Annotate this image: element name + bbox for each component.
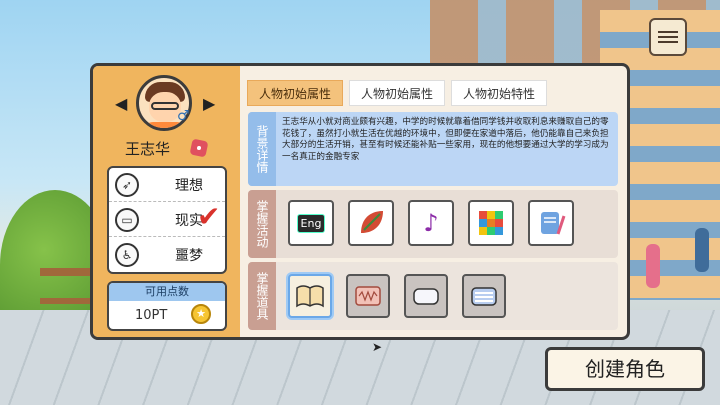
create-character-button[interactable]: 创建角色 bbox=[545, 347, 705, 391]
background-bench bbox=[40, 268, 90, 304]
notepad-icon[interactable] bbox=[649, 18, 687, 56]
mastered-items-section: 掌握道具 bbox=[248, 262, 618, 330]
attribute-tabs: 人物初始属性 人物初始属性 人物初始特性 bbox=[247, 80, 547, 106]
mouse-cursor-icon: ➤ bbox=[372, 340, 383, 354]
next-character-arrow-icon[interactable]: ▶ bbox=[203, 94, 215, 113]
points-header: 可用点数 bbox=[109, 283, 225, 301]
item-book[interactable] bbox=[288, 274, 332, 318]
activity-scroll[interactable] bbox=[528, 200, 574, 246]
item-fabric[interactable] bbox=[346, 274, 390, 318]
dice-icon[interactable] bbox=[189, 138, 209, 158]
rocket-icon: ➶ bbox=[115, 172, 139, 197]
mastered-activities-section: 掌握活动 Eng ♪ bbox=[248, 190, 618, 258]
available-points: 可用点数 10PT ★ bbox=[107, 281, 227, 331]
item-pillow[interactable] bbox=[404, 274, 448, 318]
wheelchair-icon: ♿ bbox=[115, 243, 139, 267]
music-note-icon: ♪ bbox=[423, 209, 439, 237]
striped-mat-icon bbox=[471, 287, 497, 306]
points-value: 10PT bbox=[135, 308, 168, 323]
character-sidebar: ◀ ♂ ▶ 王志华 ➶ 理想 ▭ 现实 ♿ 噩梦 ✔ 可用点数 10PT ★ bbox=[93, 66, 240, 337]
trait-label: 噩梦 bbox=[175, 248, 203, 264]
trait-label: 理想 bbox=[175, 177, 203, 194]
character-name: 王志华 bbox=[125, 140, 171, 158]
background-person bbox=[646, 244, 660, 288]
background-person bbox=[695, 228, 709, 272]
trait-list: ➶ 理想 ▭ 现实 ♿ 噩梦 ✔ bbox=[107, 166, 227, 274]
rubiks-cube-icon bbox=[479, 211, 503, 235]
pillow-icon bbox=[413, 288, 439, 305]
tab-initial-traits[interactable]: 人物初始特性 bbox=[451, 80, 547, 106]
leaf-icon bbox=[361, 211, 383, 233]
background-details-section: 背景详情 王志华从小就对商业颇有兴趣，中学的时候就靠着借同学钱并收取利息来赚取自… bbox=[248, 112, 618, 186]
eng-icon: Eng bbox=[296, 213, 326, 233]
activity-cube[interactable] bbox=[468, 200, 514, 246]
fabric-icon bbox=[355, 286, 381, 306]
book-icon bbox=[296, 285, 324, 308]
trait-item-nightmare[interactable]: ♿ 噩梦 bbox=[109, 238, 225, 272]
character-creation-panel: ◀ ♂ ▶ 王志华 ➶ 理想 ▭ 现实 ♿ 噩梦 ✔ 可用点数 10PT ★ 人… bbox=[90, 63, 630, 340]
checkmark-icon: ✔ bbox=[197, 200, 221, 233]
activity-icons: Eng ♪ bbox=[288, 200, 574, 246]
section-label: 掌握道具 bbox=[248, 262, 276, 330]
section-label: 掌握活动 bbox=[248, 190, 276, 258]
car-icon: ▭ bbox=[115, 207, 139, 232]
item-icons bbox=[288, 274, 506, 318]
male-gender-icon: ♂ bbox=[177, 108, 190, 124]
activity-eng[interactable]: Eng bbox=[288, 200, 334, 246]
item-mat[interactable] bbox=[462, 274, 506, 318]
trait-item-ideal[interactable]: ➶ 理想 bbox=[109, 168, 225, 202]
coin-star-icon: ★ bbox=[191, 304, 211, 324]
section-label: 背景详情 bbox=[248, 112, 276, 186]
tab-initial-attributes[interactable]: 人物初始属性 bbox=[247, 80, 343, 106]
scroll-quill-icon bbox=[541, 212, 566, 235]
activity-leaf[interactable] bbox=[348, 200, 394, 246]
background-text: 王志华从小就对商业颇有兴趣，中学的时候就靠着借同学钱并收取利息来赚取自己的零花钱… bbox=[282, 117, 609, 162]
tab-initial-attributes-2[interactable]: 人物初始属性 bbox=[349, 80, 445, 106]
activity-music[interactable]: ♪ bbox=[408, 200, 454, 246]
prev-character-arrow-icon[interactable]: ◀ bbox=[115, 94, 127, 113]
